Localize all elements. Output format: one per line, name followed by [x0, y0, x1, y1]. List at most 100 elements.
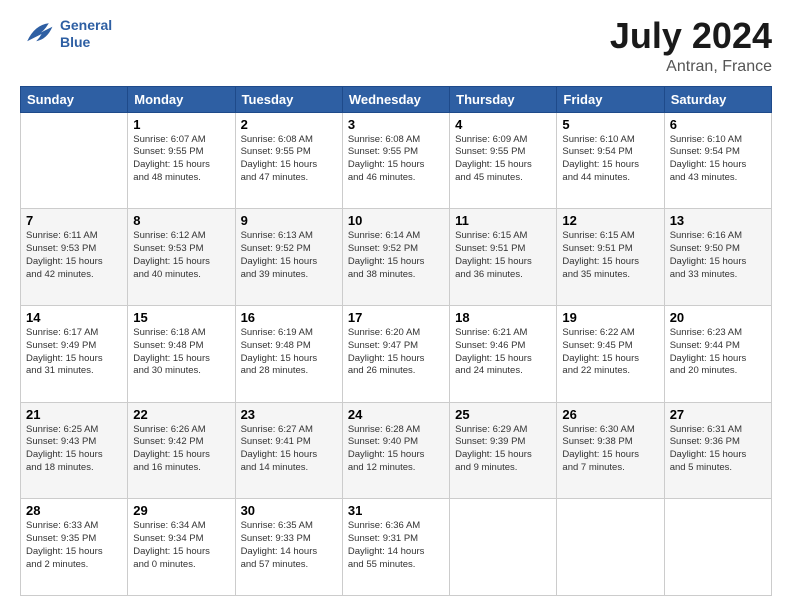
calendar-cell — [21, 112, 128, 209]
calendar-cell: 19Sunrise: 6:22 AM Sunset: 9:45 PM Dayli… — [557, 305, 664, 402]
calendar-cell: 11Sunrise: 6:15 AM Sunset: 9:51 PM Dayli… — [450, 209, 557, 306]
day-number: 18 — [455, 310, 551, 325]
calendar-cell: 8 Sunrise: 6:12 AM Sunset: 9:53 PM Daylig… — [128, 209, 235, 306]
day-number: 13 — [670, 213, 766, 228]
day-number: 7 — [26, 213, 122, 228]
day-info: Sunrise: 6:17 AM Sunset: 9:49 PM Dayligh… — [26, 327, 122, 378]
day-number: 6 — [670, 117, 766, 132]
day-info: Sunrise: 6:15 AM Sunset: 9:51 PM Dayligh… — [455, 230, 551, 281]
calendar-cell: 24 Sunrise: 6:28 AM Sunset: 9:40 PM Dayli… — [342, 402, 449, 499]
col-sunday: Sunday — [21, 86, 128, 112]
calendar-cell: 9 Sunrise: 6:13 AM Sunset: 9:52 PM Daylig… — [235, 209, 342, 306]
col-monday: Monday — [128, 86, 235, 112]
col-thursday: Thursday — [450, 86, 557, 112]
day-info: Sunrise: 6:26 AM Sunset: 9:42 PM Dayligh… — [133, 424, 229, 475]
calendar-cell: 4Sunrise: 6:09 AM Sunset: 9:55 PM Daylig… — [450, 112, 557, 209]
calendar-cell — [664, 499, 771, 596]
day-info: Sunrise: 6:29 AM Sunset: 9:39 PM Dayligh… — [455, 424, 551, 475]
day-number: 15 — [133, 310, 229, 325]
col-saturday: Saturday — [664, 86, 771, 112]
calendar-cell: 16 Sunrise: 6:19 AM Sunset: 9:48 PM Dayli… — [235, 305, 342, 402]
day-number: 12 — [562, 213, 658, 228]
calendar-cell: 10Sunrise: 6:14 AM Sunset: 9:52 PM Dayli… — [342, 209, 449, 306]
day-number: 30 — [241, 503, 337, 518]
calendar-cell: 29 Sunrise: 6:34 AM Sunset: 9:34 PM Dayli… — [128, 499, 235, 596]
logo-text: General Blue — [60, 17, 112, 51]
day-number: 8 — [133, 213, 229, 228]
day-info: Sunrise: 6:18 AM Sunset: 9:48 PM Dayligh… — [133, 327, 229, 378]
day-number: 23 — [241, 407, 337, 422]
subtitle: Antran, France — [610, 58, 772, 76]
col-friday: Friday — [557, 86, 664, 112]
calendar-cell: 15 Sunrise: 6:18 AM Sunset: 9:48 PM Dayli… — [128, 305, 235, 402]
day-number: 26 — [562, 407, 658, 422]
calendar-cell: 27Sunrise: 6:31 AM Sunset: 9:36 PM Dayli… — [664, 402, 771, 499]
calendar-cell: 2Sunrise: 6:08 AM Sunset: 9:55 PM Daylig… — [235, 112, 342, 209]
calendar-cell: 26 Sunrise: 6:30 AM Sunset: 9:38 PM Dayli… — [557, 402, 664, 499]
day-info: Sunrise: 6:13 AM Sunset: 9:52 PM Dayligh… — [241, 230, 337, 281]
day-info: Sunrise: 6:09 AM Sunset: 9:55 PM Dayligh… — [455, 134, 551, 185]
calendar-week-row: 7Sunrise: 6:11 AM Sunset: 9:53 PM Daylig… — [21, 209, 772, 306]
day-info: Sunrise: 6:30 AM Sunset: 9:38 PM Dayligh… — [562, 424, 658, 475]
calendar-week-row: 21 Sunrise: 6:25 AM Sunset: 9:43 PM Dayli… — [21, 402, 772, 499]
day-info: Sunrise: 6:10 AM Sunset: 9:54 PM Dayligh… — [562, 134, 658, 185]
day-number: 1 — [133, 117, 229, 132]
day-info: Sunrise: 6:19 AM Sunset: 9:48 PM Dayligh… — [241, 327, 337, 378]
day-info: Sunrise: 6:27 AM Sunset: 9:41 PM Dayligh… — [241, 424, 337, 475]
calendar-cell: 7Sunrise: 6:11 AM Sunset: 9:53 PM Daylig… — [21, 209, 128, 306]
col-tuesday: Tuesday — [235, 86, 342, 112]
calendar-cell: 28 Sunrise: 6:33 AM Sunset: 9:35 PM Dayli… — [21, 499, 128, 596]
day-info: Sunrise: 6:12 AM Sunset: 9:53 PM Dayligh… — [133, 230, 229, 281]
day-number: 20 — [670, 310, 766, 325]
day-number: 22 — [133, 407, 229, 422]
calendar-cell: 22 Sunrise: 6:26 AM Sunset: 9:42 PM Dayli… — [128, 402, 235, 499]
day-info: Sunrise: 6:15 AM Sunset: 9:51 PM Dayligh… — [562, 230, 658, 281]
calendar-week-row: 14 Sunrise: 6:17 AM Sunset: 9:49 PM Dayli… — [21, 305, 772, 402]
calendar-table: Sunday Monday Tuesday Wednesday Thursday… — [20, 86, 772, 596]
day-info: Sunrise: 6:28 AM Sunset: 9:40 PM Dayligh… — [348, 424, 444, 475]
header: General Blue July 2024 Antran, France — [20, 16, 772, 76]
day-info: Sunrise: 6:25 AM Sunset: 9:43 PM Dayligh… — [26, 424, 122, 475]
calendar-cell: 20 Sunrise: 6:23 AM Sunset: 9:44 PM Dayli… — [664, 305, 771, 402]
day-info: Sunrise: 6:10 AM Sunset: 9:54 PM Dayligh… — [670, 134, 766, 185]
logo: General Blue — [20, 16, 112, 52]
calendar-week-row: 1 Sunrise: 6:07 AM Sunset: 9:55 PM Daylig… — [21, 112, 772, 209]
day-number: 31 — [348, 503, 444, 518]
day-number: 24 — [348, 407, 444, 422]
day-number: 9 — [241, 213, 337, 228]
title-block: July 2024 Antran, France — [610, 16, 772, 76]
calendar-cell — [450, 499, 557, 596]
calendar-cell: 23 Sunrise: 6:27 AM Sunset: 9:41 PM Dayli… — [235, 402, 342, 499]
calendar-cell: 12 Sunrise: 6:15 AM Sunset: 9:51 PM Dayli… — [557, 209, 664, 306]
day-info: Sunrise: 6:08 AM Sunset: 9:55 PM Dayligh… — [348, 134, 444, 185]
day-info: Sunrise: 6:07 AM Sunset: 9:55 PM Dayligh… — [133, 134, 229, 185]
day-number: 10 — [348, 213, 444, 228]
day-info: Sunrise: 6:23 AM Sunset: 9:44 PM Dayligh… — [670, 327, 766, 378]
day-info: Sunrise: 6:33 AM Sunset: 9:35 PM Dayligh… — [26, 520, 122, 571]
calendar-cell: 14 Sunrise: 6:17 AM Sunset: 9:49 PM Dayli… — [21, 305, 128, 402]
day-info: Sunrise: 6:36 AM Sunset: 9:31 PM Dayligh… — [348, 520, 444, 571]
calendar-cell: 17 Sunrise: 6:20 AM Sunset: 9:47 PM Dayli… — [342, 305, 449, 402]
day-number: 14 — [26, 310, 122, 325]
page: General Blue July 2024 Antran, France Su… — [0, 0, 792, 612]
day-number: 21 — [26, 407, 122, 422]
day-info: Sunrise: 6:34 AM Sunset: 9:34 PM Dayligh… — [133, 520, 229, 571]
calendar-cell: 6 Sunrise: 6:10 AM Sunset: 9:54 PM Daylig… — [664, 112, 771, 209]
calendar-cell: 5 Sunrise: 6:10 AM Sunset: 9:54 PM Daylig… — [557, 112, 664, 209]
day-number: 3 — [348, 117, 444, 132]
day-info: Sunrise: 6:31 AM Sunset: 9:36 PM Dayligh… — [670, 424, 766, 475]
day-number: 28 — [26, 503, 122, 518]
calendar-cell: 21 Sunrise: 6:25 AM Sunset: 9:43 PM Dayli… — [21, 402, 128, 499]
logo-icon — [20, 16, 56, 52]
calendar-cell: 1 Sunrise: 6:07 AM Sunset: 9:55 PM Daylig… — [128, 112, 235, 209]
day-number: 16 — [241, 310, 337, 325]
calendar-cell: 13Sunrise: 6:16 AM Sunset: 9:50 PM Dayli… — [664, 209, 771, 306]
calendar-cell: 30Sunrise: 6:35 AM Sunset: 9:33 PM Dayli… — [235, 499, 342, 596]
day-number: 5 — [562, 117, 658, 132]
col-wednesday: Wednesday — [342, 86, 449, 112]
main-title: July 2024 — [610, 16, 772, 56]
calendar-cell: 31 Sunrise: 6:36 AM Sunset: 9:31 PM Dayli… — [342, 499, 449, 596]
day-number: 17 — [348, 310, 444, 325]
day-info: Sunrise: 6:20 AM Sunset: 9:47 PM Dayligh… — [348, 327, 444, 378]
day-number: 29 — [133, 503, 229, 518]
